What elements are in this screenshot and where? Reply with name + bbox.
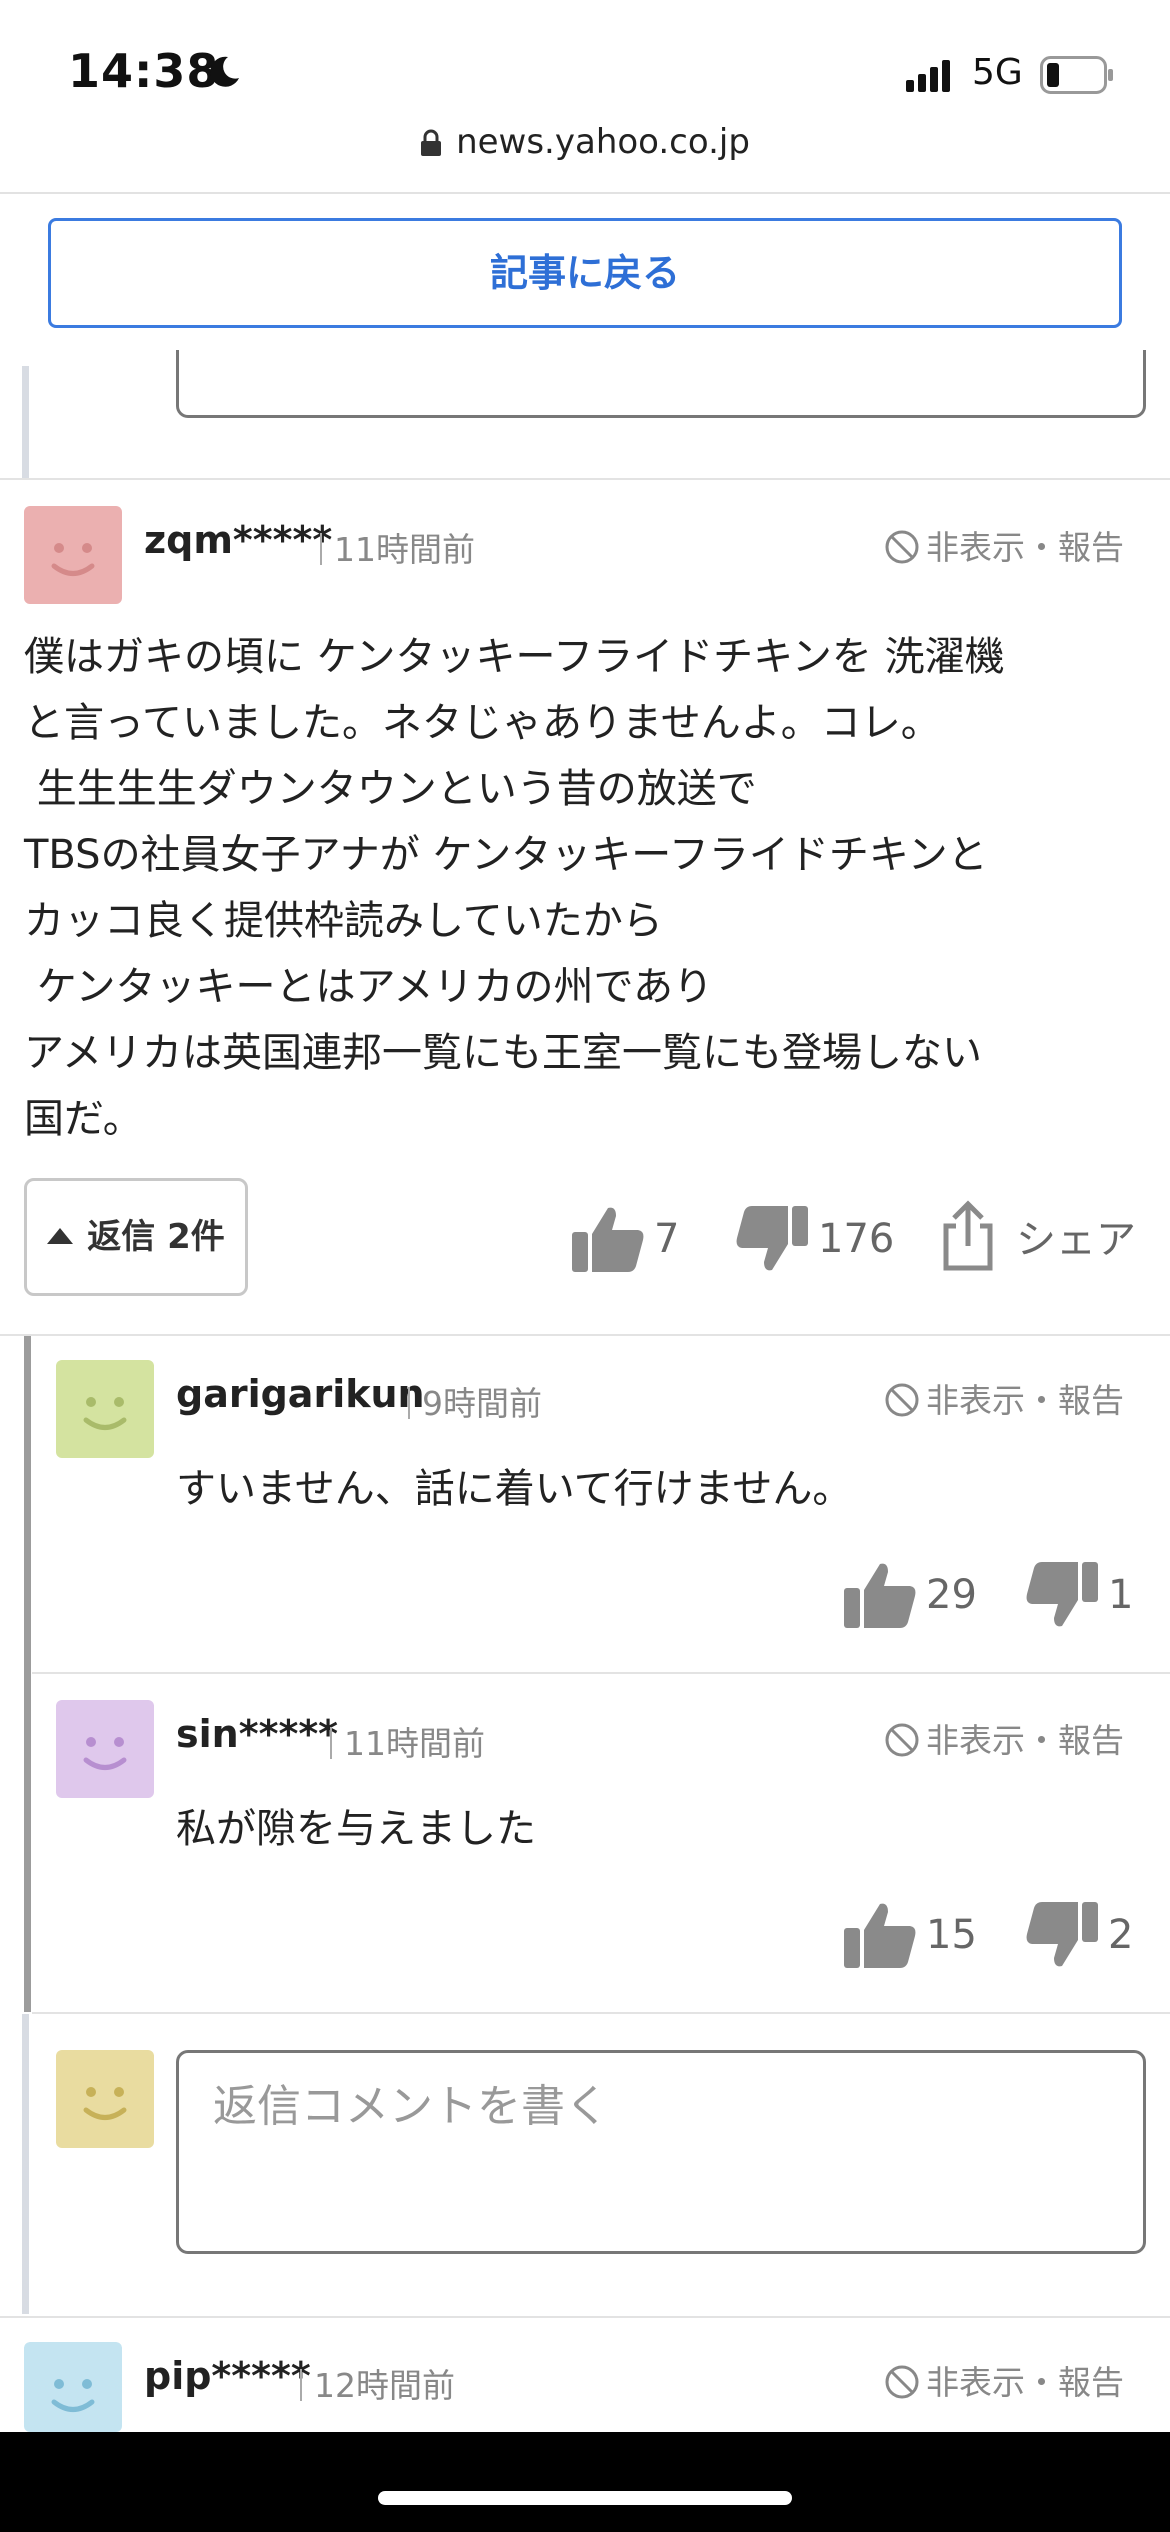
like-button[interactable]: 15 [842,1900,977,1970]
reply-text: 私が隙を与えました [176,1806,536,1852]
status-time: 14:38 [68,44,220,98]
reply-username[interactable]: garigarikun [176,1372,425,1416]
reply-text: すいません、話に着いて行けません。 [176,1466,853,1512]
dislike-button[interactable]: 176 [734,1204,894,1274]
comment-time: 12時間前 [296,2359,455,2407]
battery-low-icon [1040,56,1113,94]
hide-report-link[interactable]: 非表示・報告 [884,1714,1124,1762]
comment-line: カッコ良く提供枠読みしていたから [24,898,663,944]
comment-line: ケンタッキーとはアメリカの州であり [24,964,714,1010]
lock-icon [421,129,442,156]
header-divider [0,192,1170,194]
block-icon [885,1723,919,1757]
thumbs-down-icon [1026,1902,1098,1967]
avatar [24,2342,122,2432]
dislike-button[interactable]: 1 [1024,1560,1133,1630]
comment-line: 国だ。 [24,1096,143,1142]
divider [0,478,1170,480]
hide-report-link[interactable]: 非表示・報告 [884,521,1124,569]
like-button[interactable]: 29 [842,1560,977,1630]
divider [0,2316,1170,2318]
url-text: news.yahoo.co.jp [456,122,750,162]
comment-line: 僕はガキの頃に ケンタッキーフライドチキンを 洗濯機 [24,634,1005,680]
thread-indent-bar [22,366,29,478]
address-bar[interactable]: news.yahoo.co.jp [0,122,1170,162]
comment-username[interactable]: zqm***** [144,518,332,562]
thumbs-up-icon [844,1563,916,1628]
reply-comment-input[interactable] [179,2053,1143,2160]
thumbs-up-icon [844,1903,916,1968]
hide-report-link[interactable]: 非表示・報告 [884,2356,1124,2404]
avatar [56,1360,154,1458]
thumbs-up-icon [572,1207,644,1272]
home-indicator[interactable] [378,2491,792,2505]
moon-icon [210,56,239,87]
divider [32,2012,1170,2014]
comment-line: アメリカは英国連邦一覧にも王室一覧にも登場しない [24,1030,982,1076]
reply-username[interactable]: sin***** [176,1712,338,1756]
comment-line: 生生生生ダウンタウンという昔の放送で [24,766,757,812]
reply-thread-bar [24,1336,31,2012]
back-to-article-button[interactable]: 記事に戻る [48,218,1122,328]
reply-time: 9時間前 [404,1377,542,1425]
reply-comment-field[interactable] [176,2050,1146,2254]
like-button[interactable]: 7 [570,1204,679,1274]
share-button[interactable]: シェア [940,1200,1136,1272]
thread-indent-bar [22,2014,29,2314]
divider [0,1334,1170,1336]
dislike-button[interactable]: 2 [1024,1900,1133,1970]
share-icon [943,1200,993,1271]
comment-username[interactable]: pip***** [144,2354,311,2398]
avatar [56,2050,154,2148]
reply-time: 11時間前 [326,1717,485,1765]
signal-icon [906,60,950,92]
comment-time: 11時間前 [316,523,475,571]
toggle-replies-button[interactable]: 返信 2件 [24,1178,248,1296]
block-icon [885,1383,919,1417]
previous-reply-input[interactable] [176,350,1146,418]
comment-line: と言っていました。ネタじゃありませんよ。コレ。 [24,700,941,746]
block-icon [885,530,919,564]
avatar [56,1700,154,1798]
block-icon [885,2365,919,2399]
network-label: 5G [972,52,1023,93]
status-bar: 14:38 5G [0,0,1170,140]
avatar [24,506,122,604]
hide-report-link[interactable]: 非表示・報告 [884,1374,1124,1422]
divider [32,1672,1170,1674]
triangle-up-icon [47,1228,74,1244]
thumbs-down-icon [736,1206,808,1271]
home-bar [0,2432,1170,2532]
thumbs-down-icon [1026,1562,1098,1627]
comment-line: TBSの社員女子アナが ケンタッキーフライドチキンと [24,832,988,878]
